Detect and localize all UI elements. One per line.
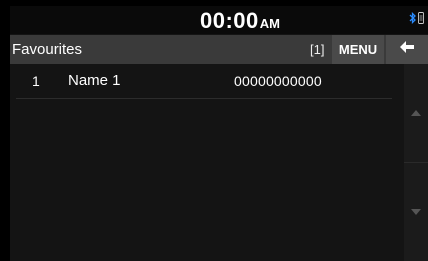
scroll-down-button[interactable]: [404, 163, 428, 261]
scrollbar[interactable]: [404, 64, 428, 261]
status-bar: 00:00 AM: [10, 6, 428, 34]
bluetooth-icon: [409, 12, 417, 24]
back-arrow-icon: [399, 40, 415, 59]
contact-name: Name 1: [68, 72, 121, 89]
status-icons: [409, 12, 424, 24]
clock-ampm: AM: [259, 16, 280, 31]
clock-time: 00:00: [200, 8, 259, 33]
clock: 00:00 AM: [200, 8, 280, 34]
favourites-screen: 00:00 AM Favourites [1] MENU 1 Name 1 00…: [10, 6, 428, 261]
back-button[interactable]: [386, 35, 428, 64]
header-bar: Favourites [1] MENU: [10, 35, 428, 64]
favourites-list: 1 Name 1 00000000000: [10, 64, 404, 261]
favourites-count: [1]: [310, 42, 325, 57]
menu-button[interactable]: MENU: [332, 35, 384, 64]
item-index: 1: [32, 73, 40, 89]
list-item[interactable]: 1 Name 1 00000000000: [16, 64, 392, 99]
phone-number: 00000000000: [234, 73, 322, 89]
scroll-up-icon: [410, 104, 422, 122]
scroll-down-icon: [410, 203, 422, 221]
page-title: Favourites: [12, 41, 83, 58]
scroll-up-button[interactable]: [404, 64, 428, 163]
phone-icon: [418, 12, 424, 24]
